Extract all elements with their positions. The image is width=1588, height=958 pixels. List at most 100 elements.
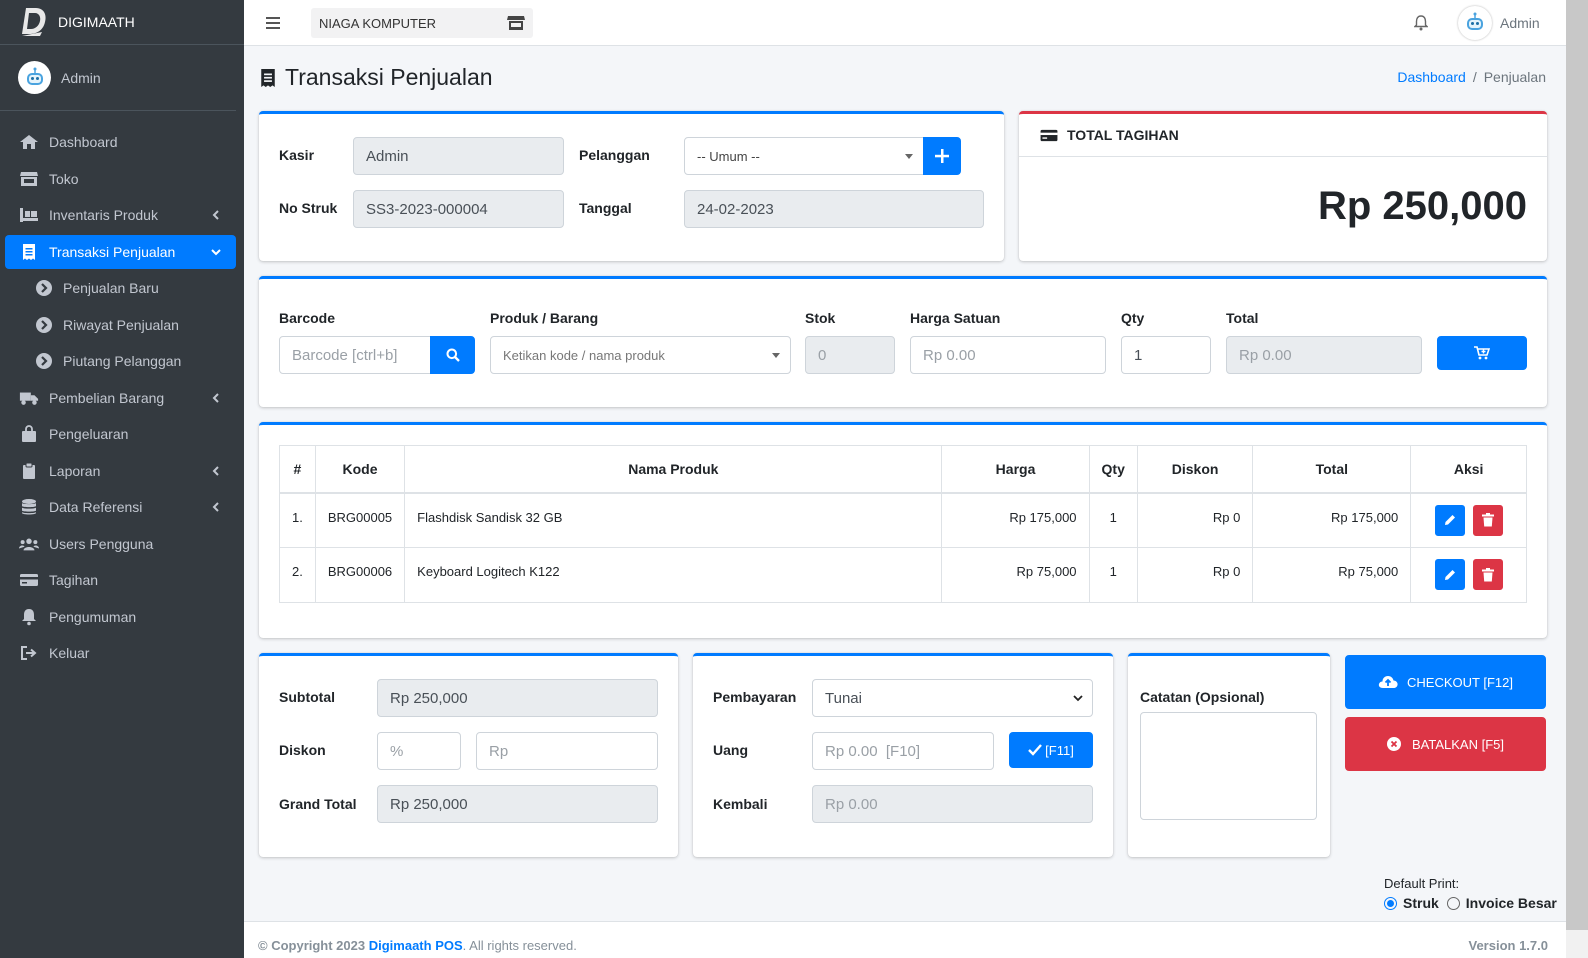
sidebar-item-label: Pembelian Barang (49, 389, 165, 406)
sidebar-item-laporan[interactable]: Laporan (5, 454, 236, 488)
credit-card-icon (19, 571, 39, 589)
cell-aksi (1410, 547, 1527, 603)
top-user-avatar (1458, 6, 1492, 40)
notes-label: Catatan (Opsional) (1140, 689, 1265, 705)
sidebar-item-label: Users Pengguna (49, 535, 154, 552)
sidebar-item-pembelian-barang[interactable]: Pembelian Barang (5, 381, 236, 415)
cell-harga: Rp 75,000 (941, 547, 1090, 603)
scrollbar-thumb[interactable] (1566, 0, 1588, 930)
users-icon (19, 535, 39, 553)
edit-item-button[interactable] (1434, 504, 1465, 536)
plus-icon (935, 149, 949, 163)
subtotal-field: Rp 250,000 (377, 679, 658, 717)
breadcrumb-current: Penjualan (1483, 69, 1546, 85)
diskon-label: Diskon (279, 742, 326, 758)
cell-no: 2. (279, 547, 316, 603)
subtotal-label: Subtotal (279, 689, 335, 705)
brand[interactable]: DIGIMAATH (0, 0, 244, 45)
delete-item-button[interactable] (1472, 504, 1503, 536)
sidebar: DIGIMAATH Admin Dashboard Toko Inventari… (0, 0, 244, 958)
top-user-menu[interactable]: Admin (1458, 6, 1540, 40)
harga-input[interactable]: Rp 0.00 (910, 336, 1106, 374)
diskon-rp-input[interactable]: Rp (476, 732, 658, 770)
edit-item-button[interactable] (1434, 559, 1465, 590)
sidebar-item-piutang-pelanggan[interactable]: Piutang Pelanggan (5, 344, 236, 378)
sidebar-item-tagihan[interactable]: Tagihan (5, 563, 236, 597)
uang-pas-button[interactable]: [F11] (1009, 732, 1093, 768)
page-title: Transaksi Penjualan (259, 64, 493, 91)
pelanggan-select[interactable]: -- Umum -- (684, 137, 924, 175)
table-header-row: # Kode Nama Produk Harga Qty Diskon Tota… (279, 445, 1527, 494)
sidebar-item-data-referensi[interactable]: Data Referensi (5, 490, 236, 524)
notification-bell-icon[interactable] (1414, 15, 1428, 31)
top-user-name: Admin (1500, 15, 1540, 31)
sidebar-item-label: Data Referensi (49, 499, 143, 515)
breadcrumb-dashboard-link[interactable]: Dashboard (1397, 69, 1466, 85)
add-customer-button[interactable] (923, 137, 961, 175)
transaction-header-card: Kasir Admin Pelanggan -- Umum -- No Stru… (259, 111, 1004, 261)
shopping-bag-icon (19, 425, 39, 443)
total-label: Total (1226, 310, 1259, 326)
hamburger-menu-icon[interactable] (266, 15, 282, 31)
cell-nama: Keyboard Logitech K122 (404, 547, 943, 603)
print-struk-radio[interactable] (1384, 896, 1397, 910)
cell-qty: 1 (1088, 547, 1138, 603)
database-icon (19, 498, 39, 516)
sidebar-item-penjualan-baru[interactable]: Penjualan Baru (5, 271, 236, 305)
delete-item-button[interactable] (1472, 559, 1503, 590)
uang-pas-label: [F11] (1045, 742, 1074, 758)
col-header-diskon: Diskon (1136, 445, 1254, 494)
sidebar-item-riwayat-penjualan[interactable]: Riwayat Penjualan (5, 308, 236, 342)
sidebar-item-transaksi-penjualan[interactable]: Transaksi Penjualan (5, 234, 236, 269)
cell-diskon: Rp 0 (1136, 547, 1254, 603)
stok-label: Stok (805, 310, 836, 326)
grandtotal-label: Grand Total (279, 796, 357, 812)
sidebar-item-pengumuman[interactable]: Pengumuman (5, 600, 236, 634)
payment-card: Pembayaran Tunai Uang Rp 0.00 [F10] [F11… (693, 653, 1113, 857)
footer-copyright-text: © Copyright 2023 (258, 938, 366, 953)
total-tagihan-amount: Rp 250,000 (1317, 184, 1527, 228)
sidebar-item-label: Dashboard (49, 134, 118, 150)
grandtotal-field: Rp 250,000 (377, 785, 658, 823)
col-header-nama: Nama Produk (404, 445, 943, 494)
uang-label: Uang (713, 742, 748, 758)
footer: © Copyright 2023 Digimaath POS. All righ… (244, 921, 1566, 958)
produk-select[interactable]: Ketikan kode / nama produk (490, 336, 791, 374)
kasir-label: Kasir (279, 147, 315, 163)
sidebar-item-toko[interactable]: Toko (5, 162, 236, 196)
pembayaran-select[interactable]: Tunai (812, 679, 1093, 717)
sidebar-item-label: Pengumuman (49, 608, 137, 625)
default-print-options: Default Print: Struk Invoice Besar (1384, 876, 1557, 911)
nostruk-label: No Struk (279, 200, 338, 216)
table-row: 2. BRG00006 Keyboard Logitech K122 Rp 75… (279, 547, 1527, 603)
total-tagihan-header: TOTAL TAGIHAN (1019, 114, 1547, 157)
diskon-percent-input[interactable]: % (377, 732, 461, 770)
sidebar-item-inventaris[interactable]: Inventaris Produk (5, 198, 236, 232)
pelanggan-selected: -- Umum -- (697, 148, 760, 164)
user-name: Admin (61, 69, 101, 86)
footer-copyright: © Copyright 2023 Digimaath POS (258, 938, 463, 953)
bell-icon (19, 608, 39, 626)
checkout-button[interactable]: CHECKOUT [F12] (1345, 655, 1546, 709)
sidebar-item-keluar[interactable]: Keluar (5, 636, 236, 670)
chevron-left-icon (212, 392, 219, 403)
uang-input[interactable]: Rp 0.00 [F10] (812, 732, 994, 770)
sidebar-item-pengeluaran[interactable]: Pengeluaran (5, 417, 236, 451)
footer-brand-link[interactable]: Digimaath POS (369, 938, 463, 953)
sidebar-item-users-pengguna[interactable]: Users Pengguna (5, 527, 236, 561)
col-header-total: Total (1252, 445, 1412, 494)
user-panel[interactable]: Admin (0, 45, 236, 111)
add-to-cart-button[interactable] (1437, 336, 1527, 370)
cancel-label: BATALKAN [F5] (1412, 736, 1504, 752)
print-invoice-radio[interactable] (1446, 896, 1460, 910)
barcode-search-button[interactable] (430, 336, 475, 374)
sidebar-item-dashboard[interactable]: Dashboard (5, 125, 236, 159)
produk-placeholder: Ketikan kode / nama produk (503, 347, 665, 363)
sidebar-nav: Dashboard Toko Inventaris Produk Transak… (0, 125, 244, 670)
store-selector[interactable]: NIAGA KOMPUTER (311, 8, 533, 38)
col-header-no: # (279, 445, 316, 494)
barcode-input[interactable]: Barcode [ctrl+b] (279, 336, 431, 374)
cancel-button[interactable]: BATALKAN [F5] (1345, 717, 1546, 771)
qty-input[interactable]: 1 (1121, 336, 1211, 374)
notes-textarea[interactable] (1140, 712, 1317, 820)
